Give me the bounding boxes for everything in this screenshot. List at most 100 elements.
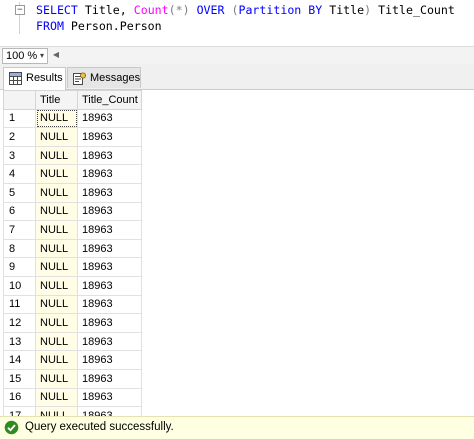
title-count-cell[interactable]: 18963 xyxy=(77,387,142,408)
title-cell[interactable]: NULL xyxy=(35,182,78,203)
table-row[interactable]: 2 NULL 18963 xyxy=(3,127,142,147)
code-line-2[interactable]: FROM Person.Person xyxy=(36,19,162,33)
title-count-cell[interactable]: 18963 xyxy=(77,368,142,389)
title-cell[interactable]: NULL xyxy=(35,257,78,277)
table-row[interactable]: 1 NULL 18963 xyxy=(3,108,142,129)
row-number-cell[interactable]: 10 xyxy=(3,275,36,296)
row-number-cell[interactable]: 5 xyxy=(3,182,36,203)
messages-icon xyxy=(73,72,86,85)
chevron-down-icon[interactable]: ▾ xyxy=(40,49,44,63)
title-cell[interactable]: NULL xyxy=(35,164,78,184)
title-cell[interactable]: NULL xyxy=(35,127,78,147)
title-cell[interactable]: NULL xyxy=(35,350,78,370)
table-row[interactable]: 4 NULL 18963 xyxy=(3,164,142,184)
title-count-cell[interactable]: 18963 xyxy=(77,220,142,240)
title-cell[interactable]: NULL xyxy=(35,201,78,222)
table-row[interactable]: 7 NULL 18963 xyxy=(3,220,142,240)
tab-messages[interactable]: Messages xyxy=(67,67,141,88)
title-count-cell[interactable]: 18963 xyxy=(77,275,142,296)
row-number-cell[interactable]: 11 xyxy=(3,294,36,315)
keyword-over: OVER xyxy=(189,3,232,17)
code-text: Person.Person xyxy=(63,19,162,33)
title-cell[interactable]: NULL xyxy=(35,220,78,240)
table-row[interactable]: 9 NULL 18963 xyxy=(3,257,142,277)
status-message: Query executed successfully. xyxy=(25,421,174,433)
title-cell[interactable]: NULL xyxy=(35,238,78,259)
row-number-cell[interactable]: 15 xyxy=(3,368,36,389)
title-cell[interactable]: NULL xyxy=(35,108,78,129)
status-bar: Query executed successfully. xyxy=(0,416,474,439)
scroll-left-icon[interactable]: ◀ xyxy=(50,48,62,62)
title-count-cell[interactable]: 18963 xyxy=(77,313,142,333)
title-count-cell[interactable]: 18963 xyxy=(77,182,142,203)
row-number-cell[interactable]: 1 xyxy=(3,108,36,129)
paren-open: ( xyxy=(168,3,176,17)
row-number-cell[interactable]: 14 xyxy=(3,350,36,370)
star-operator: * xyxy=(175,3,183,17)
row-number-cell[interactable]: 2 xyxy=(3,127,36,147)
keyword-partition-by: Partition BY xyxy=(238,3,323,17)
title-count-cell[interactable]: 18963 xyxy=(77,145,142,166)
grid-corner[interactable] xyxy=(3,90,36,110)
row-number-cell[interactable]: 13 xyxy=(3,331,36,352)
title-cell[interactable]: NULL xyxy=(35,331,78,352)
title-cell[interactable]: NULL xyxy=(35,145,78,166)
title-count-cell[interactable]: 18963 xyxy=(77,108,142,129)
title-count-cell[interactable]: 18963 xyxy=(77,164,142,184)
title-count-cell[interactable]: 18963 xyxy=(77,238,142,259)
title-cell[interactable]: NULL xyxy=(35,313,78,333)
title-count-cell[interactable]: 18963 xyxy=(77,331,142,352)
title-count-cell[interactable]: 18963 xyxy=(77,350,142,370)
row-number-cell[interactable]: 12 xyxy=(3,313,36,333)
table-row[interactable]: 5 NULL 18963 xyxy=(3,182,142,203)
code-text: Title, xyxy=(77,3,134,17)
results-tabs: Results Messages xyxy=(0,64,474,90)
table-row[interactable]: 13 NULL 18963 xyxy=(3,331,142,352)
table-row[interactable]: 12 NULL 18963 xyxy=(3,313,142,333)
success-check-icon xyxy=(4,420,19,435)
title-count-cell[interactable]: 18963 xyxy=(77,257,142,277)
tab-results-label: Results xyxy=(26,72,63,84)
table-row[interactable]: 11 NULL 18963 xyxy=(3,294,142,315)
code-line-1[interactable]: SELECT Title, Count(*) OVER (Partition B… xyxy=(36,3,455,17)
collapse-icon[interactable]: − xyxy=(15,5,25,15)
tab-messages-label: Messages xyxy=(90,72,141,84)
outline-gutter: − xyxy=(15,2,28,34)
keyword-from: FROM xyxy=(36,19,64,33)
row-number-cell[interactable]: 6 xyxy=(3,201,36,222)
grid-icon xyxy=(9,72,22,85)
row-number-cell[interactable]: 3 xyxy=(3,145,36,166)
column-header-title[interactable]: Title xyxy=(35,90,78,110)
title-cell[interactable]: NULL xyxy=(35,275,78,296)
table-row[interactable]: 6 NULL 18963 xyxy=(3,201,142,222)
row-number-cell[interactable]: 9 xyxy=(3,257,36,277)
column-header-title-count[interactable]: Title_Count xyxy=(77,90,142,110)
zoom-select[interactable]: 100 % ▾ xyxy=(2,48,48,64)
table-row[interactable]: 16 NULL 18963 xyxy=(3,387,142,408)
keyword-select: SELECT xyxy=(36,3,78,17)
title-cell[interactable]: NULL xyxy=(35,387,78,408)
function-count: Count xyxy=(133,3,169,17)
table-row[interactable]: 3 NULL 18963 xyxy=(3,145,142,166)
row-number-cell[interactable]: 8 xyxy=(3,238,36,259)
row-number-cell[interactable]: 16 xyxy=(3,387,36,408)
title-cell[interactable]: NULL xyxy=(35,368,78,389)
paren-close: ) xyxy=(182,3,190,17)
results-grid[interactable]: Title Title_Count 1 NULL 18963 2 NULL 18963 3 N… xyxy=(3,90,142,426)
zoom-value: 100 % xyxy=(6,50,38,62)
row-number-cell[interactable]: 7 xyxy=(3,220,36,240)
tab-results[interactable]: Results xyxy=(3,67,66,90)
code-text: Title_Count xyxy=(371,3,455,17)
title-count-cell[interactable]: 18963 xyxy=(77,127,142,147)
query-editor[interactable]: − SELECT Title, Count(*) OVER (Partition… xyxy=(0,0,474,46)
title-count-cell[interactable]: 18963 xyxy=(77,201,142,222)
code-text: Title xyxy=(322,3,365,17)
row-number-cell[interactable]: 4 xyxy=(3,164,36,184)
title-count-cell[interactable]: 18963 xyxy=(77,294,142,315)
table-row[interactable]: 14 NULL 18963 xyxy=(3,350,142,370)
grid-header-row: Title Title_Count xyxy=(3,90,142,110)
title-cell[interactable]: NULL xyxy=(35,294,78,315)
table-row[interactable]: 15 NULL 18963 xyxy=(3,368,142,389)
table-row[interactable]: 8 NULL 18963 xyxy=(3,238,142,259)
table-row[interactable]: 10 NULL 18963 xyxy=(3,275,142,296)
